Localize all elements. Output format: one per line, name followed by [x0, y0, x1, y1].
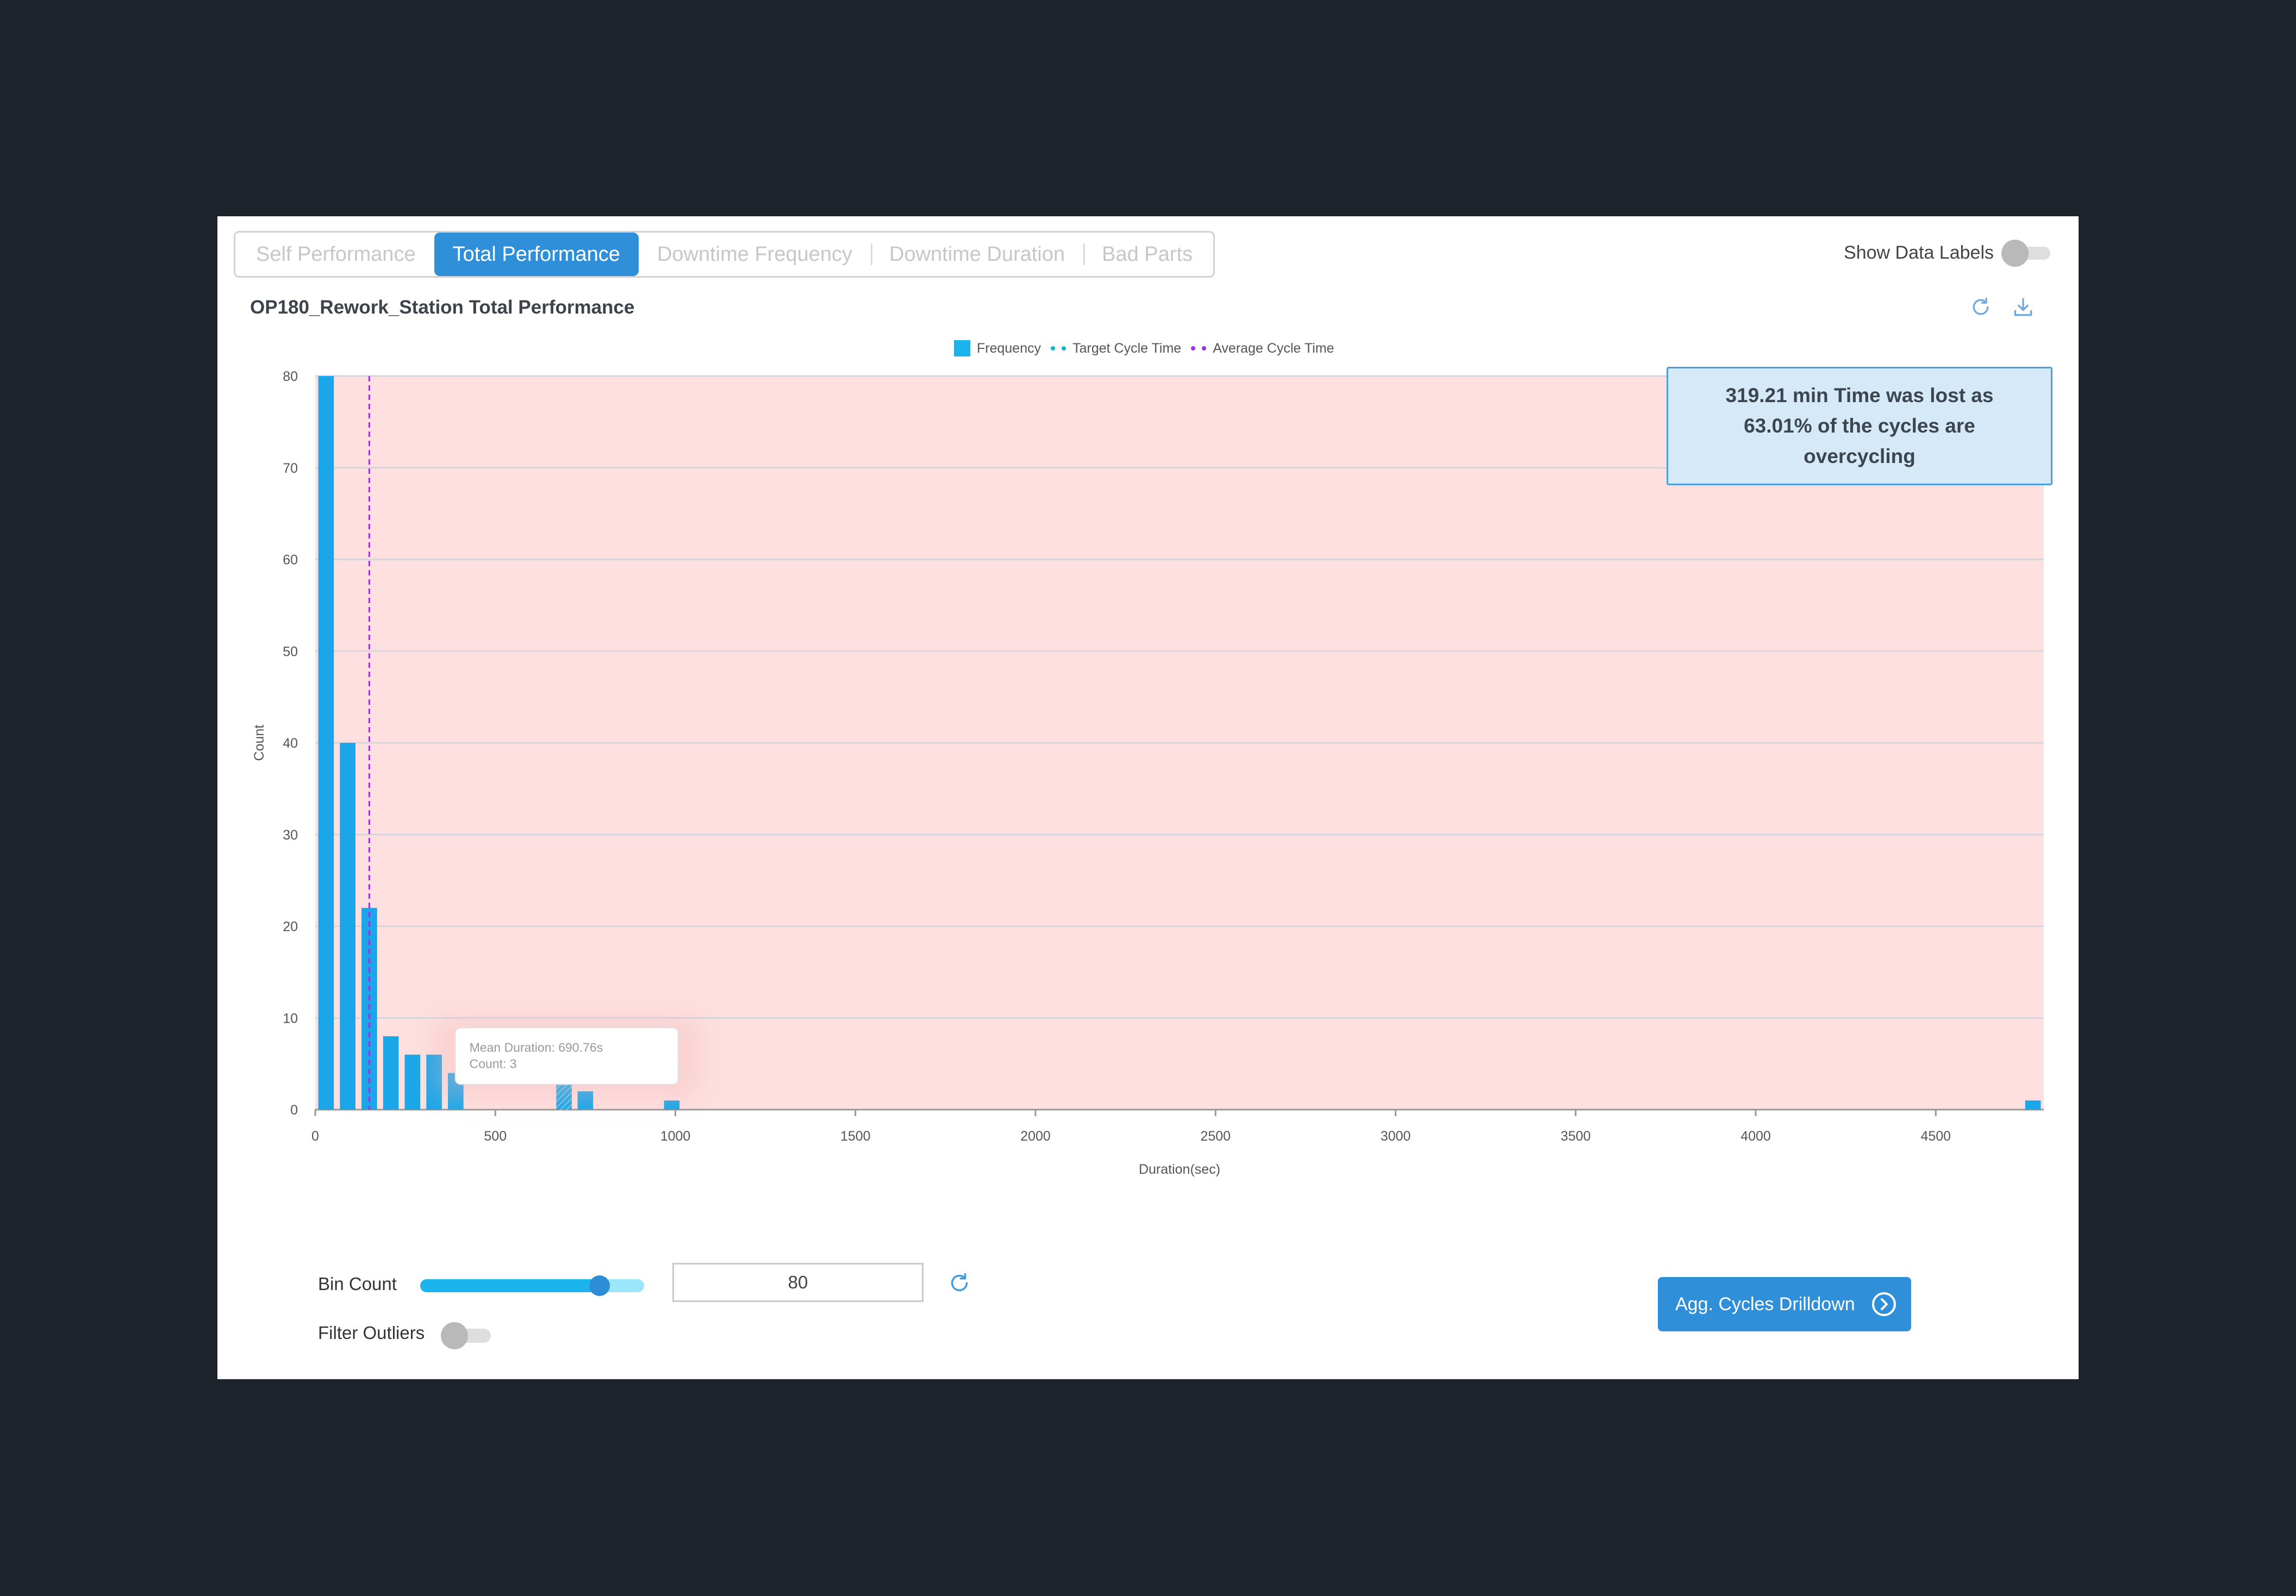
- x-tick-label: 1500: [840, 1129, 871, 1144]
- reset-bin-count-icon[interactable]: [947, 1270, 972, 1295]
- x-tick-label: 3000: [1381, 1129, 1411, 1144]
- x-tick-label: 0: [311, 1129, 319, 1144]
- y-tick-label: 80: [283, 369, 298, 384]
- slider-fill: [420, 1279, 600, 1292]
- y-tick-label: 70: [283, 461, 298, 476]
- histogram-bar[interactable]: [404, 1054, 421, 1110]
- x-tick-label: 1000: [660, 1129, 691, 1144]
- y-tick-label: 30: [283, 828, 298, 843]
- x-axis-title: Duration(sec): [1139, 1162, 1220, 1177]
- histogram-bar[interactable]: [664, 1100, 680, 1110]
- x-tick-label: 4000: [1740, 1129, 1771, 1144]
- bin-count-input[interactable]: [672, 1263, 924, 1302]
- y-tick-label: 0: [290, 1103, 298, 1118]
- bin-count-slider[interactable]: [420, 1271, 644, 1296]
- histogram-bar[interactable]: [340, 743, 355, 1110]
- performance-card: Self Performance Total Performance Downt…: [217, 216, 2079, 1379]
- x-tick-label: 500: [484, 1129, 507, 1144]
- agg-cycles-drilldown-button[interactable]: Agg. Cycles Drilldown: [1658, 1277, 1911, 1331]
- x-tick-label: 2000: [1020, 1129, 1051, 1144]
- x-tick-label: 2500: [1200, 1129, 1231, 1144]
- y-tick-label: 40: [283, 736, 298, 751]
- overcycling-callout: 319.21 min Time was lost as 63.01% of th…: [1667, 367, 2052, 485]
- tooltip-box: [454, 1027, 679, 1085]
- x-tick-label: 4500: [1920, 1129, 1951, 1144]
- x-tick-label: 3500: [1561, 1129, 1591, 1144]
- filter-outliers-toggle[interactable]: [441, 1322, 491, 1349]
- toggle-knob: [441, 1322, 468, 1349]
- y-tick-label: 50: [283, 644, 298, 659]
- filter-outliers-label: Filter Outliers: [318, 1323, 425, 1343]
- bin-count-label: Bin Count: [318, 1274, 397, 1294]
- slider-thumb[interactable]: [589, 1275, 610, 1296]
- y-axis-title: Count: [252, 725, 267, 761]
- histogram-bar[interactable]: [2025, 1100, 2041, 1110]
- y-tick-label: 60: [283, 553, 298, 568]
- tooltip-line-count: Count: 3: [470, 1056, 517, 1071]
- y-tick-label: 10: [283, 1011, 298, 1026]
- histogram-bar[interactable]: [318, 376, 334, 1110]
- y-tick-label: 20: [283, 919, 298, 935]
- histogram-bar[interactable]: [383, 1036, 399, 1110]
- chevron-right-circle-icon: [1872, 1292, 1896, 1316]
- drilldown-button-label: Agg. Cycles Drilldown: [1675, 1293, 1855, 1315]
- tooltip-line-duration: Mean Duration: 690.76s: [470, 1040, 603, 1054]
